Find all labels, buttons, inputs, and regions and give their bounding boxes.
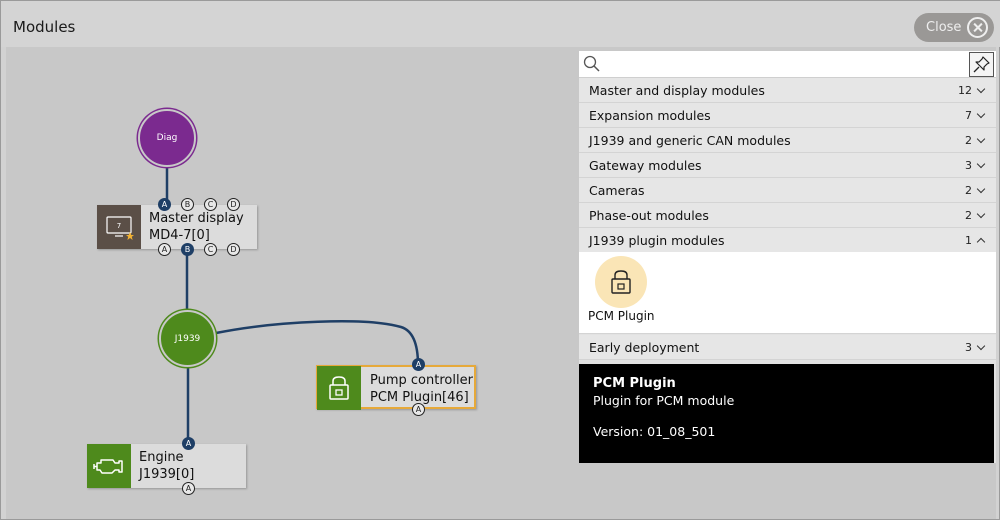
category-expansion[interactable]: Expansion modules 7 bbox=[579, 103, 996, 128]
j1939-plugin-items: PCM Plugin bbox=[579, 252, 996, 334]
category-phase-out[interactable]: Phase-out modules 2 bbox=[579, 203, 996, 228]
category-count: 2 bbox=[965, 133, 972, 147]
pump-name: Pump controller bbox=[370, 373, 473, 388]
category-count: 1 bbox=[965, 233, 972, 247]
category-count: 3 bbox=[965, 340, 972, 354]
category-count: 2 bbox=[965, 208, 972, 222]
engine-port-a-bottom[interactable]: A bbox=[182, 482, 195, 495]
master-port-a-bottom[interactable]: A bbox=[158, 243, 171, 256]
modules-window: Modules Close Diag J1939 7 Master displa… bbox=[0, 0, 1000, 520]
category-count: 2 bbox=[965, 183, 972, 197]
category-label: Early deployment bbox=[589, 339, 700, 355]
plugin-tooltip: PCM Plugin Plugin for PCM module Version… bbox=[579, 364, 994, 463]
tooltip-version: Version: 01_08_501 bbox=[593, 424, 716, 439]
category-early-deployment[interactable]: Early deployment 3 bbox=[579, 335, 996, 360]
display-icon-number: 7 bbox=[117, 222, 121, 230]
pump-controller-module[interactable]: Pump controller PCM Plugin[46] bbox=[316, 365, 476, 410]
engine-module[interactable]: Engine J1939[0] bbox=[87, 444, 246, 488]
chevron-down-icon bbox=[976, 209, 986, 219]
chevron-down-icon bbox=[976, 159, 986, 169]
plugin-module-icon bbox=[611, 270, 631, 294]
category-gateway[interactable]: Gateway modules 3 bbox=[579, 153, 996, 178]
category-count: 12 bbox=[958, 83, 972, 97]
pump-port-a-bottom[interactable]: A bbox=[412, 403, 425, 416]
category-label: J1939 plugin modules bbox=[589, 232, 725, 248]
display-icon: 7 bbox=[97, 205, 141, 249]
category-master-display[interactable]: Master and display modules 12 bbox=[579, 78, 996, 103]
j1939-label: J1939 bbox=[174, 333, 201, 344]
plugin-module-icon bbox=[317, 366, 361, 410]
tooltip-title: PCM Plugin bbox=[593, 376, 676, 391]
category-label: Master and display modules bbox=[589, 82, 765, 98]
category-label: Expansion modules bbox=[589, 107, 711, 123]
chevron-down-icon bbox=[976, 184, 986, 194]
pcm-plugin-tile[interactable] bbox=[595, 256, 647, 308]
category-cameras[interactable]: Cameras 2 bbox=[579, 178, 996, 203]
master-port-c-bottom[interactable]: C bbox=[204, 243, 217, 256]
diag-label: Diag bbox=[156, 133, 178, 143]
chevron-down-icon bbox=[976, 109, 986, 119]
pcm-plugin-label: PCM Plugin bbox=[588, 309, 655, 323]
category-count: 7 bbox=[965, 108, 972, 122]
pin-icon bbox=[973, 56, 990, 73]
category-count: 3 bbox=[965, 158, 972, 172]
master-port-b-bottom[interactable]: B bbox=[181, 243, 194, 256]
titlebar: Modules Close bbox=[1, 1, 1000, 47]
master-port-d-bottom[interactable]: D bbox=[227, 243, 240, 256]
category-label: J1939 and generic CAN modules bbox=[589, 132, 791, 148]
module-catalog-panel: Master and display modules 12 Expansion … bbox=[579, 51, 996, 463]
engine-icon bbox=[87, 444, 131, 488]
master-port-d-top[interactable]: D bbox=[227, 198, 240, 211]
chevron-down-icon bbox=[976, 84, 986, 94]
chevron-up-icon bbox=[976, 237, 986, 247]
engine-name: Engine bbox=[139, 450, 184, 465]
wire-j1939-pump bbox=[215, 320, 420, 366]
category-label: Phase-out modules bbox=[589, 207, 709, 223]
category-j1939-generic-can[interactable]: J1939 and generic CAN modules 2 bbox=[579, 128, 996, 153]
pin-button[interactable] bbox=[969, 52, 994, 77]
diag-bus-node[interactable]: Diag bbox=[138, 109, 196, 167]
pump-port-a-top[interactable]: A bbox=[412, 358, 425, 371]
master-port-b-top[interactable]: B bbox=[181, 198, 194, 211]
category-label: Gateway modules bbox=[589, 157, 702, 173]
chevron-down-icon bbox=[976, 134, 986, 144]
close-label: Close bbox=[926, 20, 962, 35]
engine-id: J1939[0] bbox=[139, 467, 195, 482]
search-input[interactable] bbox=[605, 54, 955, 74]
category-j1939-plugin[interactable]: J1939 plugin modules 1 bbox=[579, 228, 996, 253]
engine-port-a-top[interactable]: A bbox=[182, 437, 195, 450]
tooltip-description: Plugin for PCM module bbox=[593, 393, 735, 408]
search-bar[interactable] bbox=[579, 51, 996, 78]
window-title: Modules bbox=[13, 18, 76, 36]
chevron-down-icon bbox=[976, 341, 986, 351]
close-button[interactable]: Close bbox=[914, 13, 994, 42]
close-icon bbox=[967, 17, 988, 38]
master-port-a-top[interactable]: A bbox=[158, 198, 171, 211]
j1939-bus-node[interactable]: J1939 bbox=[159, 310, 216, 367]
search-icon bbox=[583, 55, 600, 72]
master-name: Master display bbox=[149, 211, 244, 226]
master-port-c-top[interactable]: C bbox=[204, 198, 217, 211]
master-id: MD4-7[0] bbox=[149, 228, 210, 243]
category-label: Cameras bbox=[589, 182, 645, 198]
